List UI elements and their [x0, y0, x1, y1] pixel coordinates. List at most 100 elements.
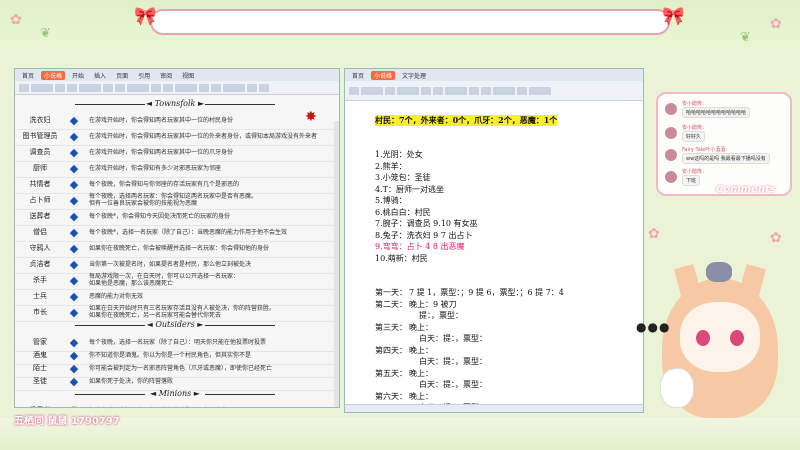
role-description: 在游戏开始时，你会得知两名玩家其中一位的外来者身份，或得知本局游戏没有外来者 [89, 132, 318, 140]
monk-icon: ◆ [69, 225, 79, 239]
role-name: 洗衣妇 [29, 116, 51, 124]
crossbow-icon: ◆ [69, 273, 79, 287]
player-number: 4. [375, 184, 383, 194]
player-line: 8.兔子：洗衣妇 9 7 出占卜 [375, 230, 472, 241]
player-line: 5.博骑： [375, 195, 407, 206]
ribbon-button[interactable] [247, 83, 257, 92]
role-name: 占卜师 [29, 196, 51, 204]
player-note: 小笼包：圣徒 [382, 173, 431, 182]
chat-panel: 安小醋熊： 哈哈哈哈哈哈哈哈哈哈哈哈 安小醋熊： 好好久 Fairy Tale叶… [656, 92, 792, 196]
player-line: 10.萌新：村民 [375, 253, 428, 264]
rules-document-body[interactable]: ◄ Townsfolk ► ✸ 洗衣妇 ◆ 在游戏开始时，你会得知两名玩家其中一位的… [15, 95, 339, 408]
section-banner-outsiders: ◄ Outsiders ► [75, 319, 275, 331]
tab-page[interactable]: 页面 [113, 71, 131, 80]
player-number: 10. [375, 253, 388, 263]
ribbon-button[interactable] [79, 83, 101, 92]
ribbon-button[interactable] [421, 86, 431, 95]
ribbon-button[interactable] [199, 83, 209, 92]
bow-left-icon: 🎀 [134, 6, 157, 27]
tab-novel[interactable]: 小说格 [41, 70, 66, 80]
ribbon-button[interactable] [529, 86, 551, 95]
ribbon-button[interactable] [517, 86, 527, 95]
wps-ribbon [345, 81, 643, 101]
avatar [664, 148, 678, 162]
ribbon-button[interactable] [223, 83, 245, 92]
day-entry: 7 提 1，票型：；9 提 6，票型：；6 提 7：4 [409, 288, 564, 297]
ribbon-button[interactable] [67, 83, 77, 92]
player-line: 9.弯弯：占卜 4 8 出恶魔 [375, 241, 464, 252]
rules-document-window[interactable]: 首页 小说格 开始 插入 页面 引用 审阅 视图 ◄ Townsfolk ► ✸… [14, 68, 340, 408]
ribbon-button[interactable] [445, 86, 467, 95]
ribbon-button[interactable] [163, 83, 173, 92]
role-name: 投毒者 [15, 405, 65, 407]
bunny-mascot-icon [660, 368, 694, 408]
heart-hands-icon: ◆ [69, 177, 79, 191]
player-note: 博骑： [382, 196, 407, 205]
bow-right-icon: 🎀 [662, 6, 685, 27]
tab-text-processing[interactable]: 文字处理 [399, 71, 429, 80]
tab-home[interactable]: 首页 [349, 71, 367, 80]
status-bar [345, 404, 643, 412]
ribbon-button[interactable] [19, 83, 29, 92]
book-icon: ◆ [69, 129, 79, 143]
ribbon-button[interactable] [349, 86, 359, 95]
vertical-scrollbar[interactable] [334, 121, 339, 407]
player-note: 腕子：调查员 9.10 有女巫 [382, 219, 478, 228]
leaf-icon: ❦ [40, 26, 51, 41]
chat-username: 安小醋熊： [682, 125, 708, 131]
ribbon-button[interactable] [55, 83, 65, 92]
tab-novel[interactable]: 小说格 [371, 70, 396, 80]
ribbon-button[interactable] [433, 86, 443, 95]
notes-document-body[interactable]: 村民：7个，外来者：0个，爪牙：2个，恶魔：1个 1.光阴：处女 2.熊羊： 3.小… [345, 101, 643, 412]
ribbon-button[interactable] [481, 86, 491, 95]
ribbon-button[interactable] [361, 86, 383, 95]
wps-tab-strip: 首页 小说格 开始 插入 页面 引用 审阅 视图 [15, 69, 339, 81]
role-name: 送葬者 [29, 212, 51, 220]
ribbon-button[interactable] [175, 83, 197, 92]
ribbon-button[interactable] [31, 83, 53, 92]
ribbon-button[interactable] [115, 83, 125, 92]
ribbon-button[interactable] [259, 83, 269, 92]
day-entry: 提：，票型： [419, 311, 463, 320]
ribbon-button[interactable] [385, 86, 395, 95]
tab-insert[interactable]: 插入 [91, 71, 109, 80]
day-entry: 晚上： [409, 391, 433, 401]
raven-icon: ◆ [69, 241, 79, 255]
ribbon-button[interactable] [103, 83, 113, 92]
role-description: 每局游戏限一次，在白天时，你可以公开选择一名玩家： 如果他是恶魔，那么该恶魔死亡 [89, 273, 240, 287]
role-name: 图书管理员 [22, 132, 58, 140]
day-label: 第五天： [375, 368, 407, 378]
ribbon-button[interactable] [493, 86, 515, 95]
role-name: 市长 [33, 308, 47, 316]
role-name: 僧侣 [33, 228, 47, 236]
tab-home[interactable]: 首页 [19, 71, 37, 80]
ribbon-button[interactable] [211, 83, 221, 92]
player-number: 2. [375, 161, 383, 171]
tab-reference[interactable]: 引用 [135, 71, 153, 80]
flower-icon: ✿ [10, 12, 22, 28]
ribbon-button[interactable] [151, 83, 161, 92]
notes-document-window[interactable]: 首页 小说格 文字处理 村民：7个，外来者：0个，爪牙：2个，恶魔：1个 1.光… [344, 68, 644, 413]
player-number: 5. [375, 196, 383, 205]
tab-review[interactable]: 审阅 [157, 71, 175, 80]
ribbon-button[interactable] [127, 83, 149, 92]
crystal-ball-icon: ◆ [69, 193, 79, 207]
role-name: 杀手 [33, 276, 47, 284]
section-banner-townsfolk: ◄ Townsfolk ► [75, 98, 275, 110]
ribbon-button[interactable] [397, 86, 419, 95]
role-name: 守鸦人 [29, 244, 51, 252]
ribbon-button[interactable] [469, 86, 479, 95]
role-description: 在游戏开始时，你会得知有多少对邪恶玩家为邻座 [89, 164, 222, 172]
day-entry: 晚上： [409, 322, 433, 332]
day-label: 第六天： [375, 391, 407, 401]
role-description: 每个夜晚，选择一名玩家：他在当晚和明天白天中毒 [83, 407, 339, 408]
role-description: 如果你死于处决，你的阵营落败 [89, 377, 174, 385]
tab-start[interactable]: 开始 [69, 71, 87, 80]
player-line: 3.小笼包：圣徒 [375, 172, 431, 183]
day-entry: 晚上： [409, 345, 433, 355]
tab-view[interactable]: 视图 [179, 71, 197, 80]
chat-message: 安小醋熊： 好好久 [664, 124, 790, 146]
banner-rule [75, 104, 145, 105]
role-description: 每个夜晚*，选择一名玩家（除了自己）：当晚恶魔的能力作用于他不会生效 [89, 228, 288, 236]
comments-label: Comments [716, 184, 776, 195]
